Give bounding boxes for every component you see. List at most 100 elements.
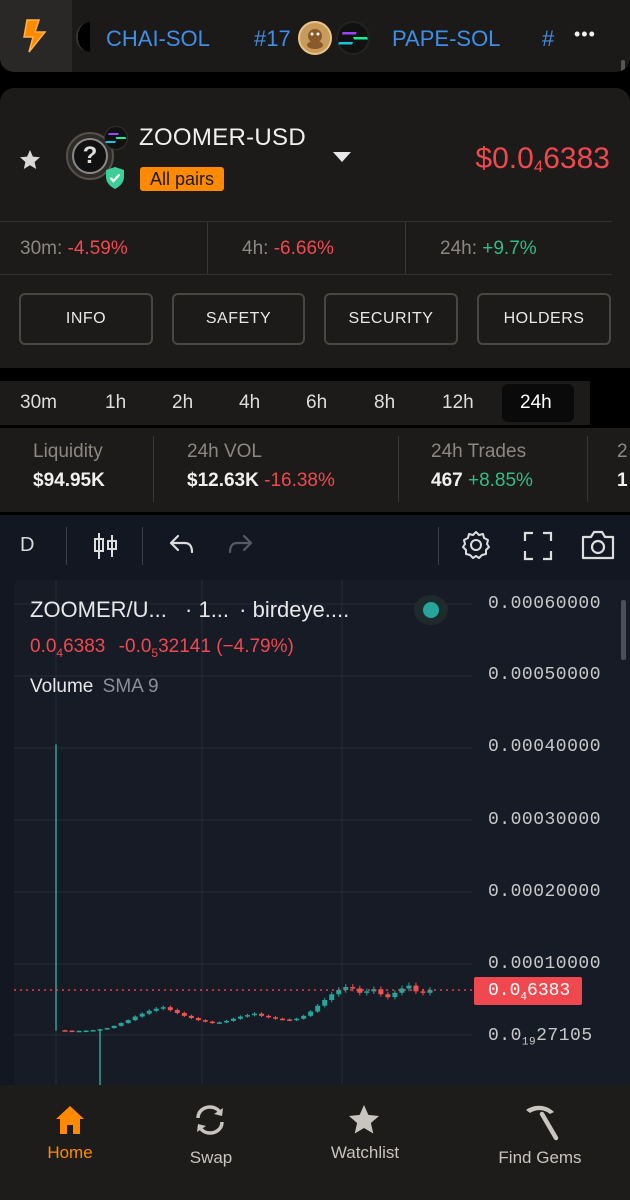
fullscreen-icon[interactable] [523, 531, 553, 566]
trades-label: 24h Trades [431, 441, 527, 462]
candle-body [308, 1011, 314, 1016]
low-price-label: 0.01927105 [488, 1026, 593, 1049]
volume-indicator: SMA 9 [102, 676, 159, 697]
candle-body [280, 1018, 286, 1021]
legend-interval: · 1... [185, 597, 230, 622]
candle-body [167, 1007, 173, 1011]
tab-12h[interactable]: 12h [442, 392, 474, 414]
ticker-rank: #17 [254, 26, 291, 51]
candle-body [294, 1018, 300, 1021]
chart-toolbar: D [0, 515, 630, 577]
y-tick-1: 0.00060000 [488, 594, 602, 614]
swap-icon[interactable] [192, 1102, 232, 1142]
ticker-item-pape-sol[interactable]: PAPE-SOL [392, 26, 500, 52]
more-menu-icon[interactable]: ••• [574, 24, 596, 45]
candle-body [223, 1020, 229, 1023]
legend-source: · birdeye.... [239, 597, 350, 622]
app-logo[interactable] [0, 0, 72, 72]
candle-body [90, 1030, 96, 1032]
info-button[interactable]: INFO [19, 293, 153, 345]
candle-body [69, 1030, 75, 1033]
candle-body [146, 1010, 152, 1014]
candle-body [111, 1025, 117, 1029]
unknown-token-icon: ? [72, 138, 108, 174]
solana-chain-icon [104, 126, 128, 150]
volume-value: $12.63K [187, 470, 259, 491]
stat-partial-value: 1 [617, 470, 628, 491]
trades-value: 467 [431, 470, 463, 491]
trades-change: +8.85% [467, 470, 533, 491]
candle-body [406, 985, 412, 989]
home-icon[interactable] [52, 1102, 92, 1142]
bolt-icon [23, 19, 47, 53]
holders-button[interactable]: HOLDERS [477, 293, 611, 345]
nav-watchlist[interactable]: Watchlist [300, 1143, 430, 1163]
candle-body [97, 1029, 103, 1031]
tab-4h[interactable]: 4h [239, 392, 260, 414]
tab-30m[interactable]: 30m [20, 392, 57, 414]
candle-body [420, 991, 426, 993]
candle-body [230, 1018, 236, 1021]
security-button[interactable]: SECURITY [324, 293, 458, 345]
tab-1h[interactable]: 1h [105, 392, 126, 414]
candle-body [392, 992, 398, 998]
tab-6h[interactable]: 6h [306, 392, 327, 414]
candle-body [139, 1013, 145, 1017]
candle-body [125, 1020, 131, 1024]
pair-dropdown-chevron-icon[interactable] [332, 150, 352, 168]
candle-body [329, 994, 335, 1000]
candle-body [188, 1015, 194, 1018]
ticker-rank-partial: # [542, 26, 555, 51]
legend-price-row: 0.046383 -0.0532141 (−4.79%) [30, 636, 294, 660]
candle-body [364, 991, 370, 993]
favorite-star-icon[interactable] [18, 148, 42, 177]
candles-icon[interactable] [92, 531, 120, 566]
current-price: $0.046383 [475, 142, 610, 177]
candle-body [174, 1010, 180, 1013]
y-tick-4: 0.00030000 [488, 810, 602, 830]
market-status-icon[interactable] [414, 595, 448, 625]
candle-body [181, 1012, 187, 1016]
chart-scrollbar[interactable] [621, 600, 626, 660]
candle-body [252, 1013, 258, 1016]
nav-home[interactable]: Home [5, 1143, 135, 1163]
solana-icon [336, 21, 370, 55]
camera-icon[interactable] [580, 529, 616, 566]
candle-body [160, 1007, 166, 1009]
candle-body [350, 987, 356, 989]
liquidity-value: $94.95K [33, 470, 105, 491]
redo-icon[interactable] [228, 533, 254, 562]
interval-selector[interactable]: D [20, 534, 34, 557]
nav-find-gems[interactable]: Find Gems [475, 1148, 605, 1168]
candle-body [118, 1023, 124, 1026]
settings-gear-icon[interactable] [460, 529, 492, 566]
legend-symbol: ZOOMER/U... [30, 597, 167, 622]
tab-24h[interactable]: 24h [520, 392, 552, 414]
change-30m: 30m: -4.59% [20, 238, 128, 259]
change-4h: 4h: -6.66% [242, 238, 334, 259]
candle-body [287, 1019, 293, 1021]
tab-2h[interactable]: 2h [172, 392, 193, 414]
candle-body [195, 1018, 201, 1021]
candle-body [245, 1015, 251, 1017]
chart-legend-title: ZOOMER/U... · 1... · birdeye.... [30, 597, 349, 623]
nav-swap[interactable]: Swap [146, 1148, 276, 1168]
price-main: $0.0 [475, 142, 534, 175]
candle-body [315, 1005, 321, 1012]
all-pairs-badge[interactable]: All pairs [140, 167, 225, 191]
ticker-coin-partial [76, 22, 90, 52]
candle-body [132, 1016, 138, 1021]
last-price-tag: 0.046383 [474, 977, 582, 1005]
candle-body [153, 1008, 159, 1011]
scrollbar[interactable] [621, 60, 625, 72]
ticker-item-chai-sol[interactable]: CHAI-SOL [106, 26, 210, 52]
candle-body [216, 1022, 222, 1024]
pickaxe-icon[interactable] [520, 1102, 560, 1142]
safety-button[interactable]: SAFETY [172, 293, 305, 345]
tab-8h[interactable]: 8h [374, 392, 395, 414]
candle-body [76, 1030, 82, 1033]
star-icon[interactable] [346, 1102, 386, 1142]
undo-icon[interactable] [168, 533, 194, 562]
candle-body [202, 1020, 208, 1022]
price-subscript: 4 [533, 157, 544, 176]
